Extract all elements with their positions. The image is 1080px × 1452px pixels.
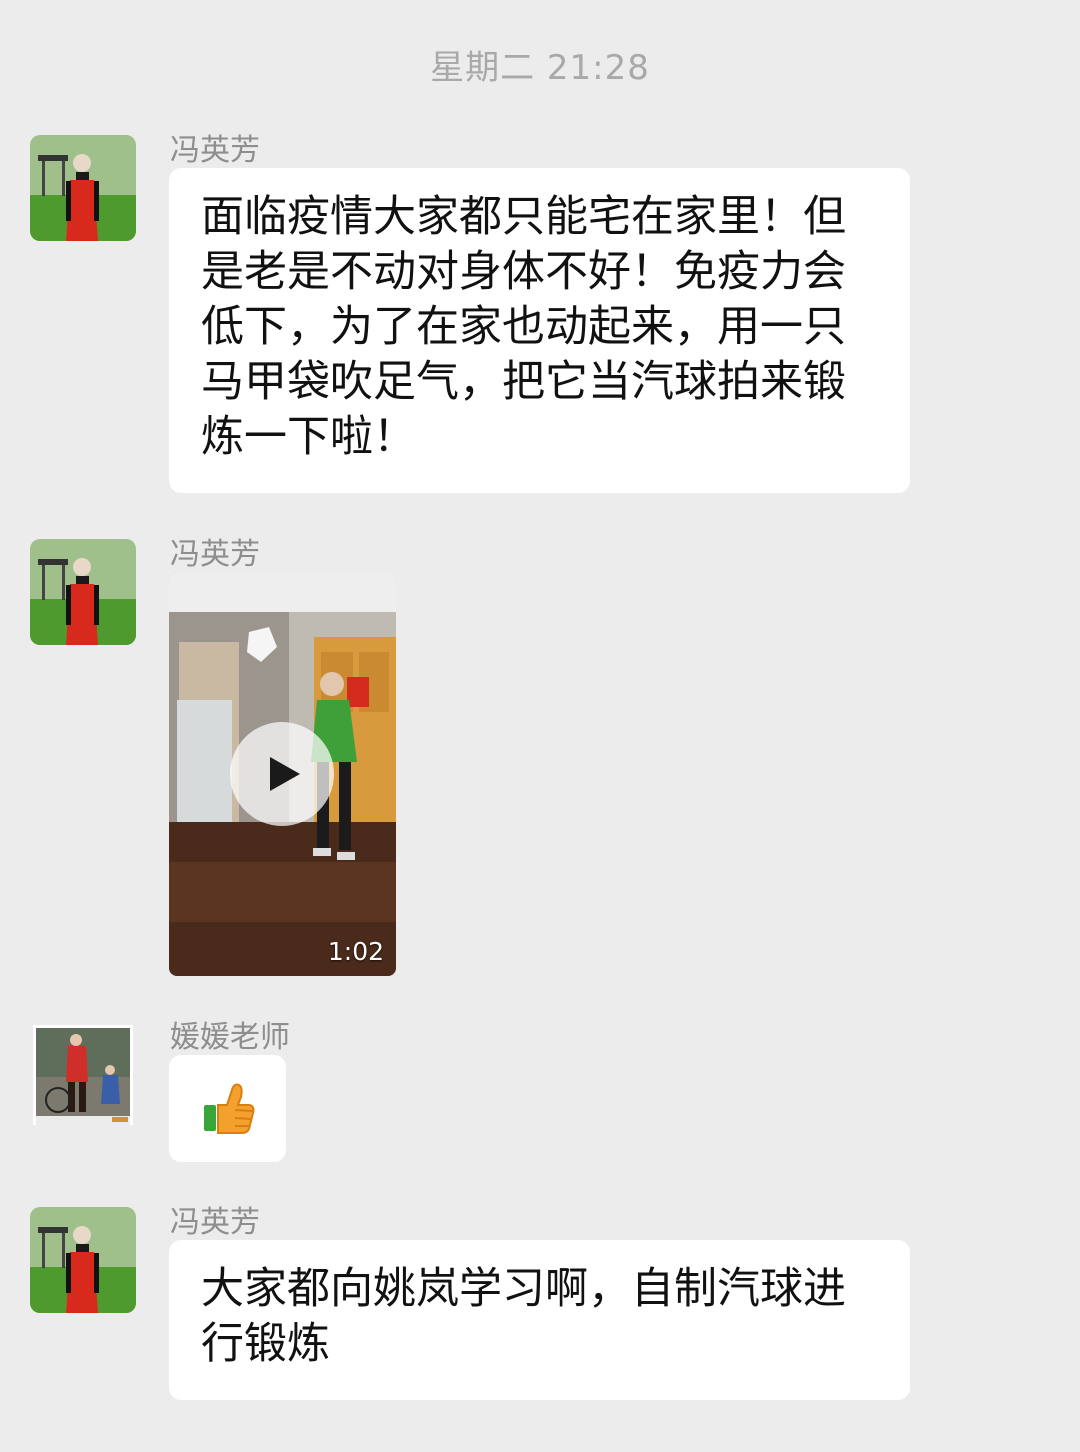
avatar-feng-yingfang[interactable] [30,539,136,645]
emoji-message[interactable] [169,1055,286,1162]
message-bubble[interactable]: 大家都向姚岚学习啊，自制汽球进行锻炼 [169,1240,910,1400]
video-message[interactable]: 1:02 [169,572,396,976]
avatar-yuanyuan-teacher[interactable] [30,1022,136,1128]
sender-name: 冯英芳 [170,1205,260,1240]
play-button[interactable] [230,722,334,826]
sender-name: 媛媛老师 [170,1020,290,1055]
avatar-feng-yingfang[interactable] [30,135,136,241]
sender-name: 冯英芳 [170,133,260,168]
video-duration: 1:02 [327,937,384,966]
thumbs-up-icon [204,1083,255,1134]
chat-timestamp: 星期二 21:28 [430,48,650,88]
play-icon [270,757,300,791]
message-bubble[interactable]: 面临疫情大家都只能宅在家里！但是老是不动对身体不好！免疫力会低下，为了在家也动起… [169,168,910,493]
sender-name: 冯英芳 [170,537,260,572]
avatar-feng-yingfang[interactable] [30,1207,136,1313]
